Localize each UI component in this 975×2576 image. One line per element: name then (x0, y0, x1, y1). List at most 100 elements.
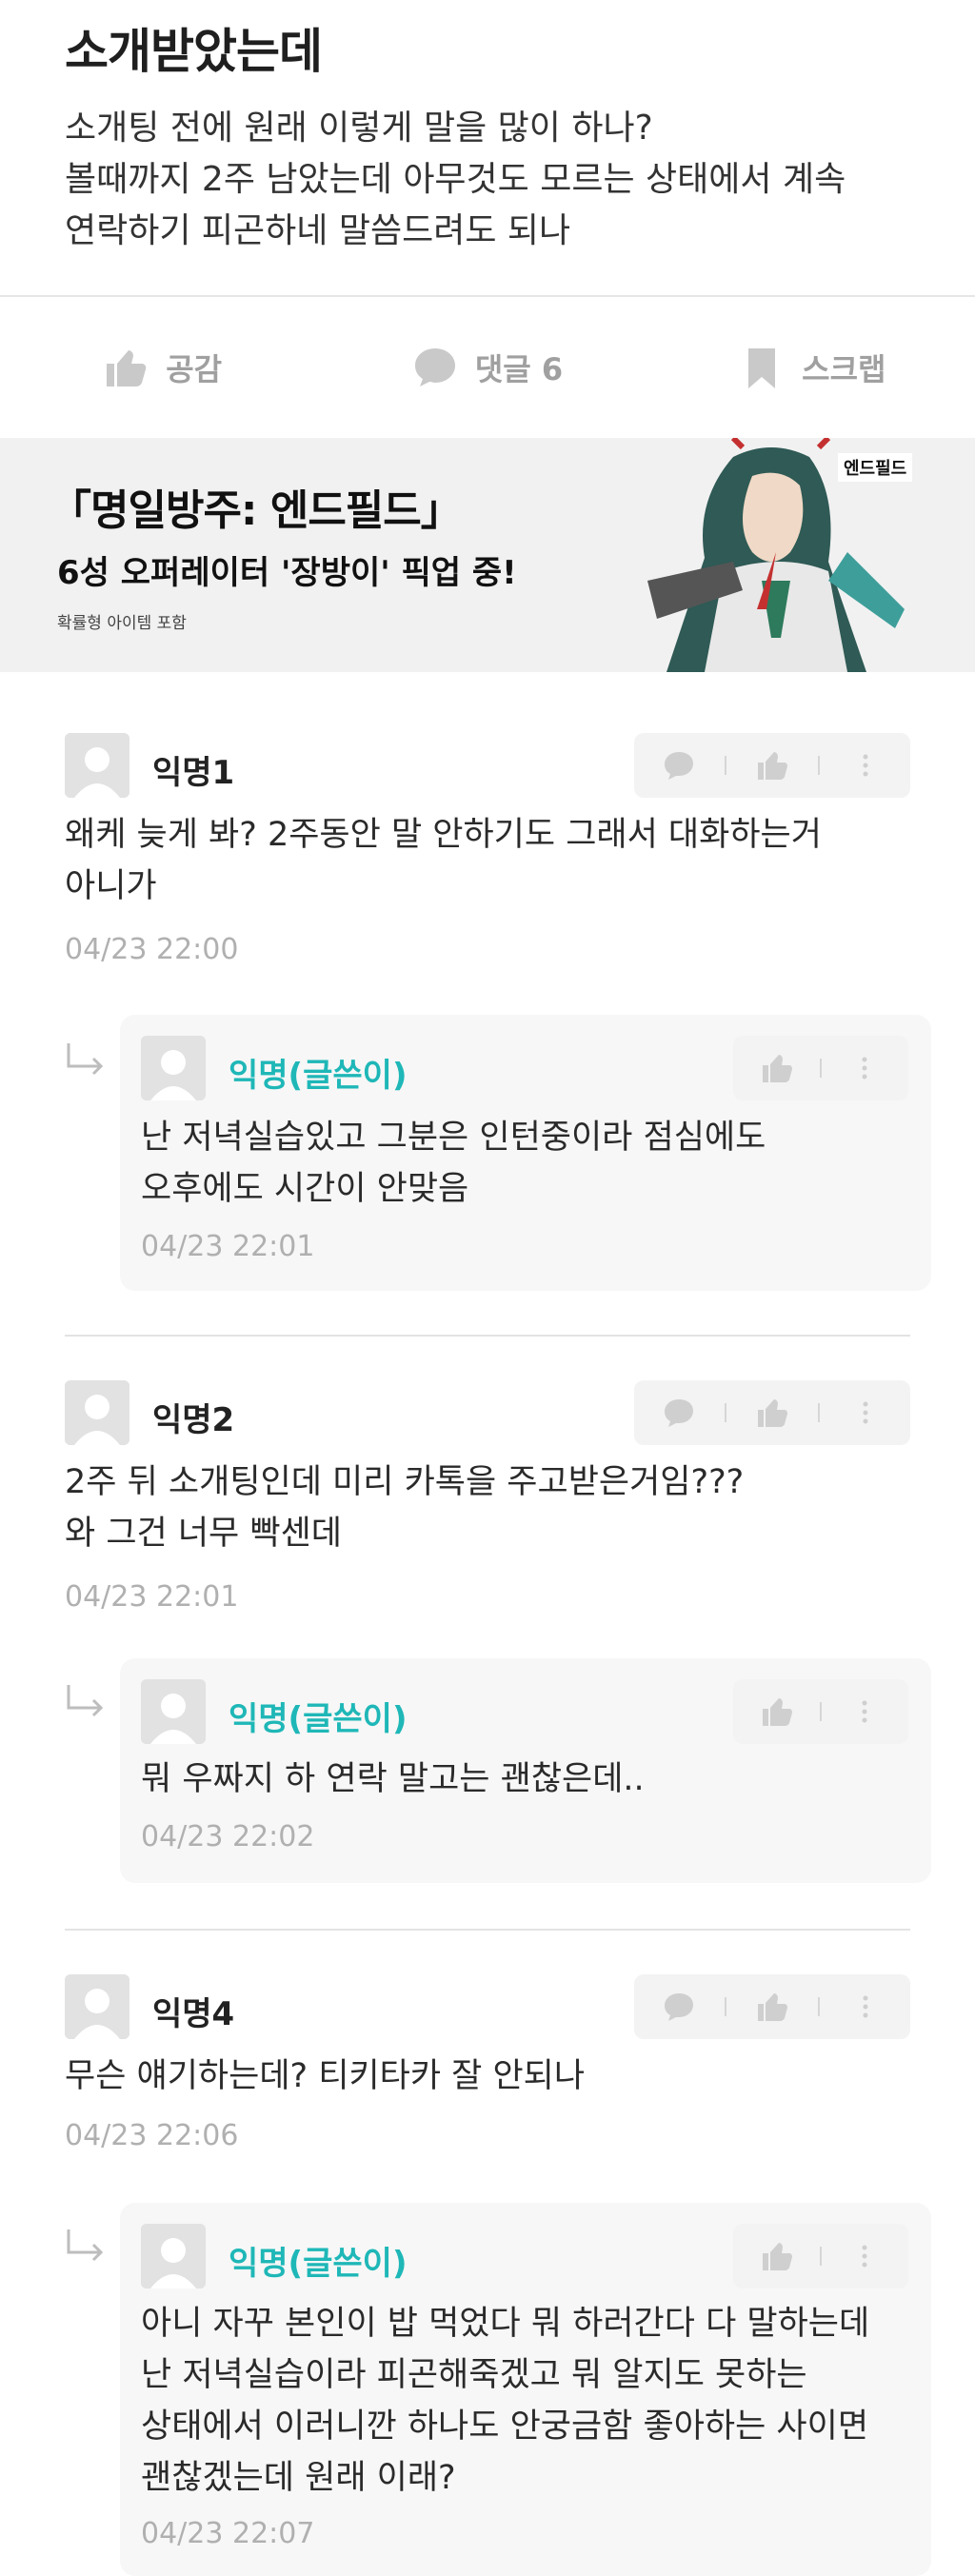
reply-box: 익명(글쓴이) 아니 자꾸 본인이 밥 먹었다 뭐 하러간다 다 말하는데 난 … (120, 2203, 931, 2576)
ad-note: 확률형 아이템 포함 (57, 614, 187, 633)
avatar (141, 1036, 206, 1100)
comment-text-line: 왜케 늦게 봐? 2주동안 말 안하기도 그래서 대화하는거 (65, 816, 822, 854)
tool-separator (818, 1997, 820, 2016)
reply-arrow-icon (67, 2229, 104, 2262)
reply-text: 난 저녁실습있고 그분은 인턴중이라 점심에도 오후에도 시간이 안맞음 (141, 1112, 912, 1215)
reply-box: 익명(글쓴이) 뭐 우짜지 하 연락 말고는 괜찮은데.. 04/23 22:0… (120, 1658, 931, 1883)
action-bar: 공감 댓글 6 스크랩 (0, 297, 975, 438)
comment-tools (634, 1974, 910, 2039)
like-label: 공감 (166, 351, 223, 387)
user-silhouette-icon (141, 2224, 206, 2289)
tool-separator (725, 1997, 726, 2016)
reply-text-line: 상태에서 이러니깐 하나도 안궁금함 좋아하는 사이면 (141, 2408, 869, 2446)
tool-separator (725, 756, 726, 775)
reply-date: 04/23 22:07 (141, 2517, 315, 2550)
reply-box: 익명(글쓴이) 난 저녁실습있고 그분은 인턴중이라 점심에도 오후에도 시간이… (120, 1015, 931, 1291)
reply-icon[interactable] (662, 748, 696, 783)
avatar (65, 1974, 129, 2039)
reply-icon[interactable] (662, 1990, 696, 2024)
reply-tools (733, 2224, 908, 2289)
comment-text: 왜케 늦게 봐? 2주동안 말 안하기도 그래서 대화하는거 아니가 (65, 809, 910, 912)
post-body-line: 볼때까지 2주 남았는데 아무것도 모르는 상태에서 계속 (65, 160, 846, 199)
reply-text-line: 난 저녁실습이라 피곤해죽겠고 뭐 알지도 못하는 (141, 2356, 807, 2394)
reply-author: 익명(글쓴이) (229, 1700, 408, 1738)
comment-author: 익명1 (152, 754, 235, 792)
thumbs-up-icon[interactable] (760, 1051, 794, 1085)
reply-text-line: 오후에도 시간이 안맞음 (141, 1170, 469, 1208)
thumbs-up-icon[interactable] (760, 1694, 794, 1729)
avatar (65, 1380, 129, 1445)
avatar (65, 733, 129, 798)
ad-logo: 엔드필드 (838, 453, 913, 482)
post-body-line: 연락하기 피곤하네 말씀드려도 되나 (65, 211, 571, 250)
bookmark-icon (748, 348, 776, 388)
more-vertical-icon[interactable] (847, 1051, 882, 1085)
thumbs-up-icon (107, 350, 147, 386)
comment-author: 익명2 (152, 1401, 235, 1439)
comment-text: 2주 뒤 소개팅인데 미리 카톡을 주고받은거임??? 와 그건 너무 빡센데 (65, 1456, 910, 1559)
reply-date: 04/23 22:02 (141, 1820, 315, 1853)
thumbs-up-icon[interactable] (755, 748, 789, 783)
comment-author: 익명4 (152, 1995, 235, 2033)
reply-text-line: 괜찮겠는데 원래 이래? (141, 2459, 456, 2497)
tool-separator (819, 2247, 822, 2266)
reply-text-line: 난 저녁실습있고 그분은 인턴중이라 점심에도 (141, 1119, 766, 1157)
reply-arrow-icon (67, 1685, 104, 1717)
more-vertical-icon[interactable] (847, 2239, 882, 2273)
reply-text: 뭐 우짜지 하 연락 말고는 괜찮은데.. (141, 1754, 912, 1805)
tool-separator (818, 1403, 820, 1422)
more-vertical-icon[interactable] (848, 748, 883, 783)
more-vertical-icon[interactable] (848, 1990, 883, 2024)
avatar (141, 2224, 206, 2289)
speech-bubble-icon (414, 348, 455, 386)
post-title: 소개받았는데 (65, 24, 323, 79)
comment-button[interactable]: 댓글 6 (325, 297, 649, 438)
thumbs-up-icon[interactable] (755, 1396, 789, 1430)
reply-author: 익명(글쓴이) (229, 2245, 408, 2283)
tool-separator (725, 1403, 726, 1422)
more-vertical-icon[interactable] (847, 1694, 882, 1729)
comment-date: 04/23 22:01 (65, 1580, 239, 1614)
comment-text-line: 아니가 (65, 867, 157, 905)
ad-banner[interactable]: 「명일방주: 엔드필드」 6성 오퍼레이터 '장방이' 픽업 중! 확률형 아이… (0, 438, 975, 672)
reply-tools (733, 1036, 908, 1100)
comment-tools (634, 733, 910, 798)
user-silhouette-icon (65, 733, 129, 798)
comment-divider (65, 1929, 910, 1931)
user-silhouette-icon (65, 1380, 129, 1445)
reply-arrow-icon (67, 1043, 104, 1076)
like-button[interactable]: 공감 (0, 297, 325, 438)
reply-text: 아니 자꾸 본인이 밥 먹었다 뭐 하러간다 다 말하는데 난 저녁실습이라 피… (141, 2298, 922, 2504)
comment-divider (65, 1335, 910, 1337)
thumbs-up-icon[interactable] (760, 2239, 794, 2273)
ad-subtitle: 6성 오퍼레이터 '장방이' 픽업 중! (57, 554, 517, 592)
comment-date: 04/23 22:00 (65, 933, 239, 966)
comment-date: 04/23 22:06 (65, 2119, 239, 2152)
reply-text-line: 아니 자꾸 본인이 밥 먹었다 뭐 하러간다 다 말하는데 (141, 2305, 870, 2343)
reply-text-line: 뭐 우짜지 하 연락 말고는 괜찮은데.. (141, 1760, 645, 1798)
user-silhouette-icon (141, 1679, 206, 1744)
post-body: 소개팅 전에 원래 이렇게 말을 많이 하나? 볼때까지 2주 남았는데 아무것… (65, 103, 922, 257)
user-silhouette-icon (65, 1974, 129, 2039)
comment-count-label: 댓글 6 (474, 351, 564, 387)
post-body-line: 소개팅 전에 원래 이렇게 말을 많이 하나? (65, 109, 653, 148)
ad-title: 「명일방주: 엔드필드」 (50, 486, 463, 535)
comment-text-line: 무슨 얘기하는데? 티키타카 잘 안되나 (65, 2057, 586, 2095)
reply-tools (733, 1679, 908, 1744)
reply-author: 익명(글쓴이) (229, 1057, 408, 1095)
more-vertical-icon[interactable] (848, 1396, 883, 1430)
comment-text-line: 2주 뒤 소개팅인데 미리 카톡을 주고받은거임??? (65, 1463, 745, 1501)
thumbs-up-icon[interactable] (755, 1990, 789, 2024)
comment-text-line: 와 그건 너무 빡센데 (65, 1515, 342, 1553)
reply-icon[interactable] (662, 1396, 696, 1430)
tool-separator (818, 756, 820, 775)
scrap-label: 스크랩 (802, 351, 886, 387)
avatar (141, 1679, 206, 1744)
tool-separator (819, 1702, 822, 1721)
tool-separator (819, 1059, 822, 1078)
scrap-button[interactable]: 스크랩 (650, 297, 975, 438)
reply-date: 04/23 22:01 (141, 1230, 315, 1263)
comment-text: 무슨 얘기하는데? 티키타카 잘 안되나 (65, 2051, 910, 2102)
comment-tools (634, 1380, 910, 1445)
user-silhouette-icon (141, 1036, 206, 1100)
